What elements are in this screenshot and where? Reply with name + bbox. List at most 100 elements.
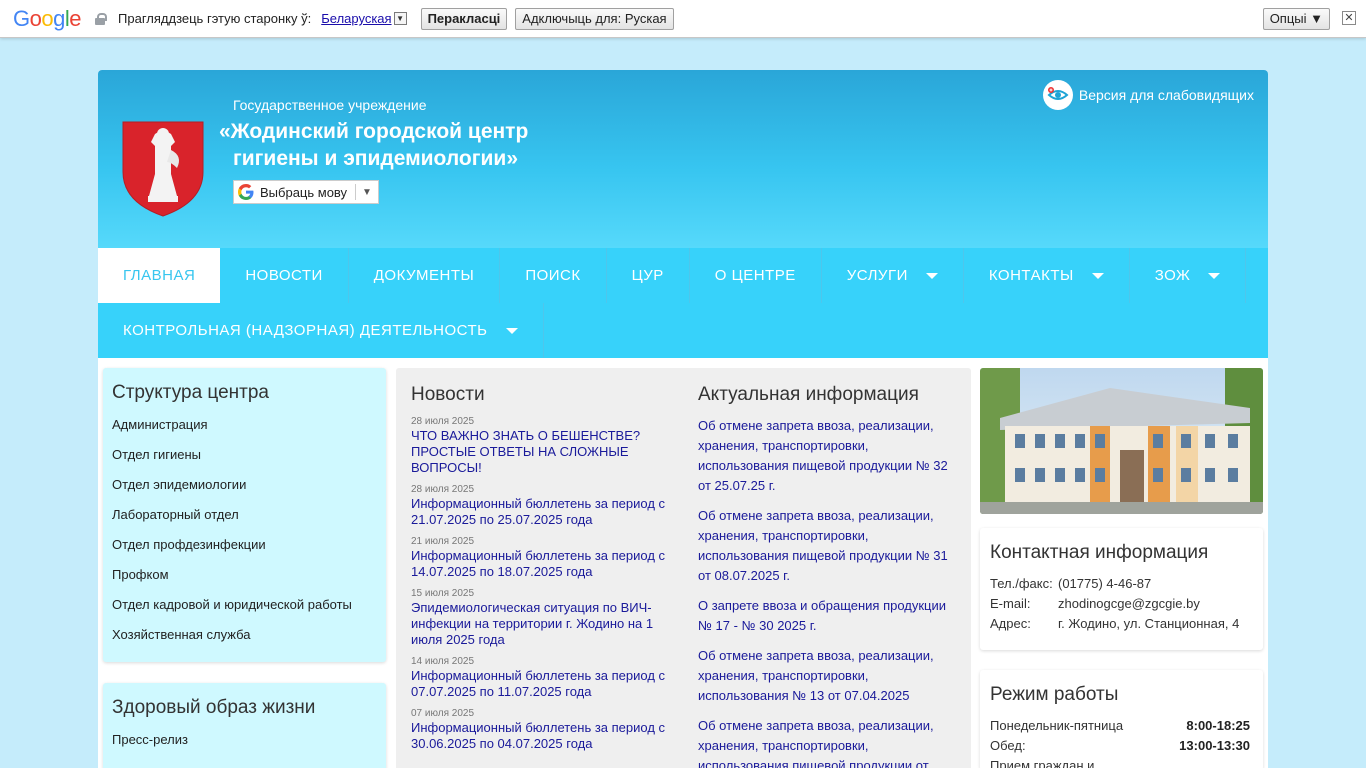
nav-item[interactable]: ДОКУМЕНТЫ — [349, 248, 501, 303]
google-g-icon — [238, 184, 254, 200]
news-item: 28 июля 2025 ЧТО ВАЖНО ЗНАТЬ О БЕШЕНСТВЕ?… — [411, 416, 676, 476]
news-link[interactable]: Эпидемиологическая ситуация по ВИЧ-инфек… — [411, 600, 676, 648]
nav-item[interactable]: ЦУР — [607, 248, 690, 303]
contact-label: Адрес: — [990, 616, 1031, 631]
healthy-links: Пресс-релиз — [112, 733, 377, 763]
options-button[interactable]: Опцыі ▼ — [1262, 8, 1330, 30]
news-link[interactable]: Информационный бюллетень за период с 30.… — [411, 720, 676, 752]
nav-item[interactable]: ГЛАВНАЯ — [98, 248, 221, 303]
language-dropdown-icon[interactable]: ▼ — [393, 12, 407, 25]
translate-language-link[interactable]: Беларуская — [321, 11, 391, 26]
eye-icon — [1042, 80, 1073, 110]
news-item: 15 июля 2025 Эпидемиологическая ситуация … — [411, 588, 676, 648]
nav-item-label: ЗОЖ — [1154, 267, 1191, 284]
structure-link[interactable]: Хозяйственная служба — [112, 628, 377, 658]
contact-value: (01775) 4-46-87 — [1058, 576, 1152, 591]
contact-title: Контактная информация — [990, 542, 1209, 563]
caret-down-icon — [1091, 272, 1104, 279]
structure-link[interactable]: Отдел эпидемиологии — [112, 478, 377, 508]
close-icon[interactable]: ✕ — [1342, 11, 1356, 25]
actual-info-link[interactable]: Об отмене запрета ввоза, реализации, хра… — [698, 506, 960, 586]
news-item: 14 июля 2025 Информационный бюллетень за … — [411, 656, 676, 700]
news-list: 28 июля 2025 ЧТО ВАЖНО ЗНАТЬ О БЕШЕНСТВЕ?… — [411, 416, 676, 752]
contact-row: E-mail: zhodinogcge@zgcgie.by — [990, 594, 1253, 614]
org-title[interactable]: «Жодинский городской центр гигиены и эпи… — [219, 118, 528, 172]
news-date: 21 июля 2025 — [411, 536, 475, 547]
contact-row: Тел./факс: (01775) 4-46-87 — [990, 574, 1253, 594]
nav-item-label: НОВОСТИ — [245, 267, 323, 284]
page-container: Государственное учреждение «Жодинский го… — [98, 70, 1268, 768]
content-area: Структура центра Администрация Отдел гиги… — [98, 358, 1268, 768]
contact-value: г. Жодино, ул. Станционная, 4 — [1058, 616, 1240, 631]
nav-item[interactable]: О ЦЕНТРЕ — [690, 248, 822, 303]
nav-item[interactable]: УСЛУГИ — [822, 248, 964, 303]
nav-item-label: ПОИСК — [525, 267, 581, 284]
healthy-link[interactable]: Пресс-релиз — [112, 733, 377, 763]
chevron-down-icon: ▼ — [362, 186, 372, 198]
main-nav: ГЛАВНАЯ НОВОСТИ ДОКУМЕНТЫ ПОИСК ЦУР О ЦЕНТРЕ У… — [98, 248, 1268, 358]
structure-link[interactable]: Отдел профдезинфекции — [112, 538, 377, 568]
nav-item[interactable]: КОНТРОЛЬНАЯ (НАДЗОРНАЯ) ДЕЯТЕЛЬНОСТЬ — [98, 303, 544, 358]
contact-label: Тел./факс: — [990, 576, 1053, 591]
nav-item-label: УСЛУГИ — [846, 267, 908, 284]
language-select-label: Выбраць мову — [260, 184, 348, 200]
translate-bar: Google Прагляддзець гэтую старонку ў: Бе… — [0, 0, 1366, 38]
actual-info-title: Актуальная информация — [698, 384, 919, 405]
hours-row: Обед: 13:00-13:30 — [990, 736, 1253, 756]
nav-item[interactable]: НОВОСТИ — [220, 248, 349, 303]
translate-prompt: Прагляддзець гэтую старонку ў: — [118, 11, 312, 26]
structure-link[interactable]: Профком — [112, 568, 377, 598]
structure-box: Структура центра Администрация Отдел гиги… — [103, 368, 386, 662]
news-link[interactable]: Информационный бюллетень за период с 14.… — [411, 548, 676, 580]
structure-link[interactable]: Отдел гигиены — [112, 448, 377, 478]
news-link[interactable]: ЧТО ВАЖНО ЗНАТЬ О БЕШЕНСТВЕ? ПРОСТЫЕ ОТВ… — [411, 428, 676, 476]
nav-item[interactable]: ЗОЖ — [1130, 248, 1247, 303]
select-divider — [355, 184, 357, 200]
disable-translate-button[interactable]: Адключыць для: Руская — [515, 7, 674, 30]
hours-label: Обед: — [990, 738, 1026, 753]
news-date: 14 июля 2025 — [411, 656, 475, 667]
actual-info-link[interactable]: О запрете ввоза и обращения продукции № … — [698, 596, 960, 636]
contact-box: Контактная информация Тел./факс: (01775) … — [980, 528, 1263, 650]
actual-info-link[interactable]: Об отмене запрета ввоза, реализации, хра… — [698, 716, 960, 768]
nav-item-label: КОНТАКТЫ — [988, 267, 1074, 284]
caret-down-icon — [1208, 272, 1221, 279]
coat-of-arms-icon[interactable] — [122, 120, 204, 218]
language-select[interactable]: Выбраць мову ▼ — [233, 180, 379, 204]
caret-down-icon — [505, 327, 518, 334]
structure-title: Структура центра — [112, 382, 269, 403]
actual-info-link[interactable]: Об отмене запрета ввоза, реализации, хра… — [698, 416, 960, 496]
news-link[interactable]: Информационный бюллетень за период с 21.… — [411, 496, 676, 528]
hours-rows: Понедельник-пятница 8:00-18:25 Обед: 13:00-… — [990, 716, 1253, 768]
actual-info-list: Об отмене запрета ввоза, реализации, хра… — [698, 416, 960, 768]
news-link[interactable]: Информационный бюллетень за период с 07.… — [411, 668, 676, 700]
structure-link[interactable]: Лабораторный отдел — [112, 508, 377, 538]
org-title-line1: «Жодинский городской центр — [219, 120, 529, 143]
translate-button[interactable]: Перакласці — [420, 7, 508, 30]
actual-info-link[interactable]: Об отмене запрета ввоза, реализации, хра… — [698, 646, 960, 706]
org-title-line2: гигиены и эпидемиологии» — [233, 147, 518, 170]
structure-link[interactable]: Отдел кадровой и юридической работы — [112, 598, 377, 628]
hours-label: Прием граждан и — [990, 758, 1095, 768]
nav-item[interactable]: ПОИСК — [500, 248, 607, 303]
news-date: 07 июля 2025 — [411, 708, 475, 719]
caret-down-icon — [925, 272, 938, 279]
contact-value[interactable]: zhodinogcge@zgcgie.by — [1058, 594, 1200, 614]
google-logo: Google — [13, 5, 82, 31]
org-subtitle: Государственное учреждение — [233, 97, 427, 113]
nav-item-label: ЦУР — [631, 267, 664, 284]
nav-item[interactable]: КОНТАКТЫ — [964, 248, 1130, 303]
news-item: 28 июля 2025 Информационный бюллетень за … — [411, 484, 676, 528]
right-column: Контактная информация Тел./факс: (01775) … — [980, 368, 1263, 768]
hours-box: Режим работы Понедельник-пятница 8:00-18:… — [980, 670, 1263, 768]
structure-links: Администрация Отдел гигиены Отдел эпидемио… — [112, 418, 377, 658]
nav-item-label: О ЦЕНТРЕ — [714, 267, 796, 284]
structure-link[interactable]: Администрация — [112, 418, 377, 448]
contact-row: Адрес: г. Жодино, ул. Станционная, 4 — [990, 614, 1253, 634]
site-header: Государственное учреждение «Жодинский го… — [98, 70, 1268, 248]
low-vision-link[interactable]: Версия для слабовидящих — [1042, 80, 1254, 110]
nav-item-label: КОНТРОЛЬНАЯ (НАДЗОРНАЯ) ДЕЯТЕЛЬНОСТЬ — [123, 322, 488, 339]
news-date: 15 июля 2025 — [411, 588, 475, 599]
building-photo — [980, 368, 1263, 514]
healthy-lifestyle-box: Здоровый образ жизни Пресс-релиз — [103, 683, 386, 768]
